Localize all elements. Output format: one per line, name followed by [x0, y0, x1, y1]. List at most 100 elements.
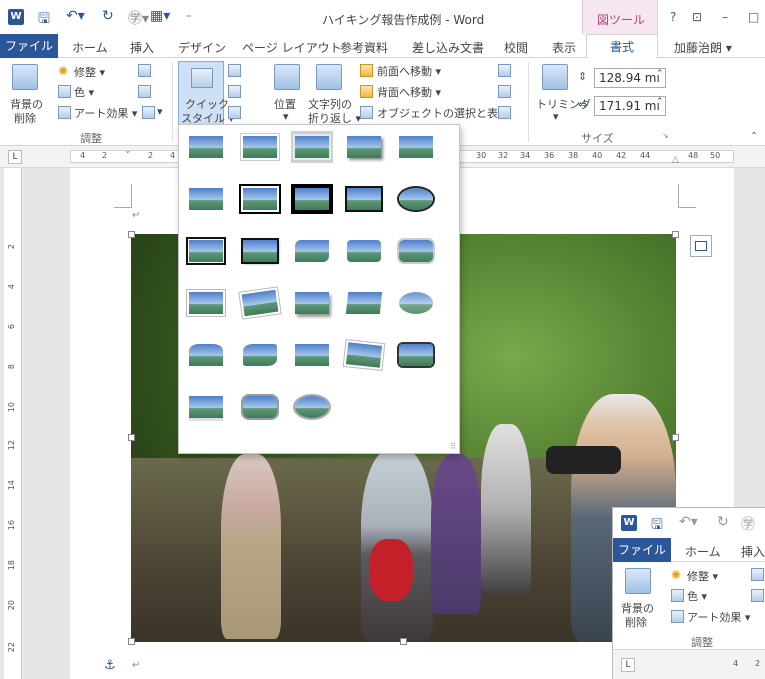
quick-style-simple-frame-black[interactable]	[343, 183, 385, 215]
change-picture-icon[interactable]	[138, 85, 151, 98]
tab-page-layout[interactable]: ページ レイアウト	[242, 39, 342, 56]
bring-forward-icon[interactable]	[360, 64, 373, 77]
quick-style-compound-frame-black[interactable]	[185, 235, 227, 267]
quick-style-snip-diagonal[interactable]	[343, 235, 385, 267]
mini-tab-home[interactable]: ホーム	[685, 543, 721, 560]
group-objects-icon[interactable]	[498, 85, 511, 98]
mini-color-button[interactable]: 色 ▾	[687, 588, 707, 604]
size-dialog-launcher[interactable]: ↘	[662, 131, 669, 140]
crop-dropdown[interactable]: ▾	[553, 110, 559, 123]
tab-format[interactable]: 書式	[586, 34, 658, 59]
wrap-text-icon[interactable]	[316, 64, 342, 90]
mini-redo-icon[interactable]: ↻	[717, 514, 729, 530]
resize-handle[interactable]	[672, 231, 679, 238]
tab-file[interactable]: ファイル	[0, 34, 58, 58]
touch-mode-icon[interactable]: ㊫▾	[128, 8, 149, 28]
selection-pane-icon[interactable]	[360, 106, 373, 119]
mini-compress-icon[interactable]	[751, 568, 764, 581]
corrections-button[interactable]: 修整 ▾	[74, 64, 105, 80]
quick-style-drop-shadow[interactable]	[343, 131, 385, 163]
mini-color-icon[interactable]	[671, 589, 684, 602]
quick-style-soft-edge-oval[interactable]	[395, 287, 437, 319]
mini-remove-background-label-2[interactable]: 削除	[625, 614, 647, 630]
resize-handle[interactable]	[128, 434, 135, 441]
word-app-icon[interactable]: W	[8, 9, 24, 25]
resize-handle[interactable]	[128, 231, 135, 238]
position-dropdown[interactable]: ▾	[283, 110, 289, 123]
tab-view[interactable]: 表示	[552, 39, 576, 56]
quick-styles-button[interactable]: クイック スタイル ▾	[178, 61, 234, 127]
bring-forward-button[interactable]: 前面へ移動 ▾	[377, 63, 441, 79]
quick-style-center-shadow[interactable]	[239, 235, 281, 267]
tab-mailings[interactable]: 差し込み文書	[412, 39, 484, 56]
user-name[interactable]: 加藤治朗 ▾	[674, 39, 732, 56]
tab-insert[interactable]: 挿入	[130, 39, 154, 56]
rotate-icon[interactable]	[498, 106, 511, 119]
quick-style-bevel-rectangle[interactable]	[185, 339, 227, 371]
quick-style-perspective-shadow[interactable]	[239, 287, 281, 319]
minimize-button[interactable]: –	[722, 10, 728, 24]
mini-artistic-effects-icon[interactable]	[671, 610, 684, 623]
maximize-button[interactable]: □	[748, 10, 759, 24]
reset-picture-icon[interactable]	[142, 106, 155, 119]
quick-style-metal-rounded-rect[interactable]	[239, 391, 281, 423]
reset-dropdown[interactable]: ▾	[157, 105, 163, 118]
artistic-effects-button[interactable]: アート効果 ▾	[74, 105, 137, 121]
remove-background-label-2[interactable]: 削除	[14, 110, 36, 126]
mini-corrections-icon[interactable]: ✺	[671, 568, 681, 582]
undo-icon[interactable]: ↶▾	[66, 8, 85, 24]
artistic-effects-icon[interactable]	[58, 106, 71, 119]
quick-style-beveled-matte[interactable]	[239, 131, 281, 163]
mini-tab-insert[interactable]: 挿入	[741, 543, 765, 560]
resize-handle[interactable]	[128, 638, 135, 645]
color-button[interactable]: 色 ▾	[74, 84, 94, 100]
ribbon-display-options-button[interactable]: ⊡	[692, 10, 702, 24]
corrections-icon[interactable]: ✺	[58, 64, 68, 78]
height-spinner[interactable]: ⌃	[656, 69, 664, 79]
gallery-resize-grip[interactable]: ⠿	[450, 442, 456, 451]
crop-icon[interactable]	[542, 64, 568, 90]
picture-effects-icon[interactable]	[228, 85, 241, 98]
layout-options-icon[interactable]	[690, 235, 712, 257]
mini-change-picture-icon[interactable]	[751, 589, 764, 602]
quick-style-metal-oval[interactable]	[291, 391, 333, 423]
compress-pictures-icon[interactable]	[138, 64, 151, 77]
resize-handle[interactable]	[672, 434, 679, 441]
color-icon[interactable]	[58, 85, 71, 98]
mini-word-app-icon[interactable]: W	[621, 515, 637, 531]
mini-touch-mode-icon[interactable]: ㊫	[741, 514, 755, 534]
resize-handle[interactable]	[400, 638, 407, 645]
mini-corrections-button[interactable]: 修整 ▾	[687, 568, 718, 584]
quick-style-rotated-white[interactable]	[185, 287, 227, 319]
quick-style-metal-rounded[interactable]	[343, 339, 385, 371]
align-icon[interactable]	[498, 64, 511, 77]
tab-references[interactable]: 参考資料	[340, 39, 388, 56]
mini-save-icon[interactable]: 🖫	[651, 514, 663, 538]
quick-style-bevel-black[interactable]	[395, 339, 437, 371]
quick-style-rounded-diagonal[interactable]	[291, 235, 333, 267]
collapse-ribbon-icon[interactable]: ⌃	[750, 131, 758, 142]
tab-selector[interactable]: L	[8, 150, 22, 164]
selection-pane-button[interactable]: オブジェクトの選択と表示	[377, 105, 509, 121]
mini-artistic-effects-button[interactable]: アート効果 ▾	[687, 609, 750, 625]
quick-style-beveled-oval-black[interactable]	[395, 183, 437, 215]
width-spinner[interactable]: ⌃	[656, 97, 664, 107]
mini-tab-selector[interactable]: L	[621, 658, 635, 672]
quick-style-reflected[interactable]	[395, 131, 437, 163]
anchor-icon[interactable]: ⚓	[104, 658, 116, 673]
save-icon[interactable]: 🖫	[38, 8, 50, 32]
send-backward-icon[interactable]	[360, 85, 373, 98]
quick-style-double-frame-black[interactable]	[239, 183, 281, 215]
tab-home[interactable]: ホーム	[72, 39, 108, 56]
quick-style-moderate-frame[interactable]	[395, 235, 437, 267]
mini-tab-file[interactable]: ファイル	[613, 538, 671, 562]
first-line-indent-marker[interactable]: ⌄	[124, 146, 132, 156]
customize-qat-icon[interactable]: ₌	[186, 8, 192, 21]
quick-style-bevel-perspective[interactable]	[239, 339, 281, 371]
mini-remove-background-icon[interactable]	[625, 568, 651, 594]
tab-design[interactable]: デザイン	[178, 39, 226, 56]
quick-style-reflected-rounded[interactable]	[185, 391, 227, 423]
quick-style-simple-frame-white[interactable]	[185, 131, 227, 163]
mini-undo-icon[interactable]: ↶▾	[679, 514, 698, 530]
table-icon[interactable]: ▦▾	[150, 8, 170, 24]
